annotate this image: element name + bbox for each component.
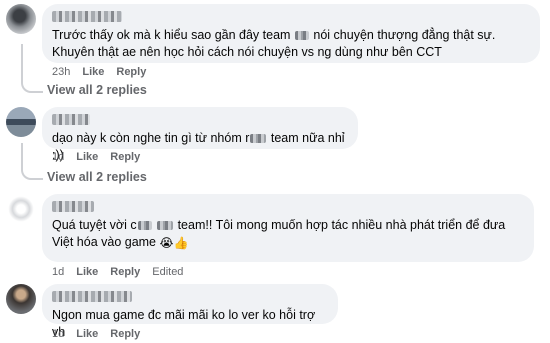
like-button[interactable]: Like	[76, 151, 98, 163]
view-replies-link[interactable]: View all 2 replies	[47, 170, 147, 184]
author-name[interactable]	[52, 114, 90, 125]
edited-label: Edited	[152, 266, 184, 278]
author-name[interactable]	[52, 11, 122, 22]
comment-actions: 1d Like Reply Edited	[52, 266, 183, 278]
comment-text: Quá tuyệt vời c team!! Tôi mong muốn hợp…	[52, 218, 506, 250]
comment-bubble: Quá tuyệt vời c team!! Tôi mong muốn hợp…	[42, 194, 534, 262]
redacted-text	[250, 134, 267, 144]
comment-actions: 1d Like Reply	[52, 328, 140, 340]
reply-button[interactable]: Reply	[110, 266, 140, 278]
thread-line	[21, 143, 43, 180]
avatar[interactable]	[6, 284, 36, 314]
comment-time[interactable]: 23h	[52, 66, 70, 78]
comment-text: Trước thấy ok mà k hiểu sao gần đây team…	[52, 28, 496, 59]
comment-actions: 23h Like Reply	[52, 66, 146, 78]
redacted-text	[294, 31, 309, 41]
view-replies-link[interactable]: View all 2 replies	[47, 83, 147, 97]
comment-time[interactable]: 1d	[52, 151, 64, 163]
comment-bubble: dạo này k còn nghe tin gì từ nhóm r team…	[42, 107, 358, 162]
comment-actions: 1d Like Reply	[52, 151, 140, 163]
redacted-text	[137, 221, 152, 231]
like-button[interactable]: Like	[76, 266, 98, 278]
comment-time[interactable]: 1d	[52, 266, 64, 278]
like-button[interactable]: Like	[76, 328, 98, 340]
like-button[interactable]: Like	[82, 66, 104, 78]
reply-button[interactable]: Reply	[116, 66, 146, 78]
avatar[interactable]	[6, 194, 36, 224]
avatar[interactable]	[6, 4, 36, 34]
author-name[interactable]	[52, 291, 132, 302]
avatar[interactable]	[6, 107, 36, 137]
redacted-text	[157, 221, 174, 231]
reply-button[interactable]: Reply	[110, 151, 140, 163]
author-name[interactable]	[52, 201, 94, 212]
reply-button[interactable]: Reply	[110, 328, 140, 340]
comment-time[interactable]: 1d	[52, 328, 64, 340]
comment-bubble: Ngon mua game đc mãi mãi ko lo ver ko hỗ…	[42, 284, 338, 339]
thread-line	[21, 44, 43, 93]
crying-thumbs-up-emoji-icon: 😭👍	[159, 236, 189, 250]
comment-bubble: Trước thấy ok mà k hiểu sao gần đây team…	[42, 4, 540, 63]
